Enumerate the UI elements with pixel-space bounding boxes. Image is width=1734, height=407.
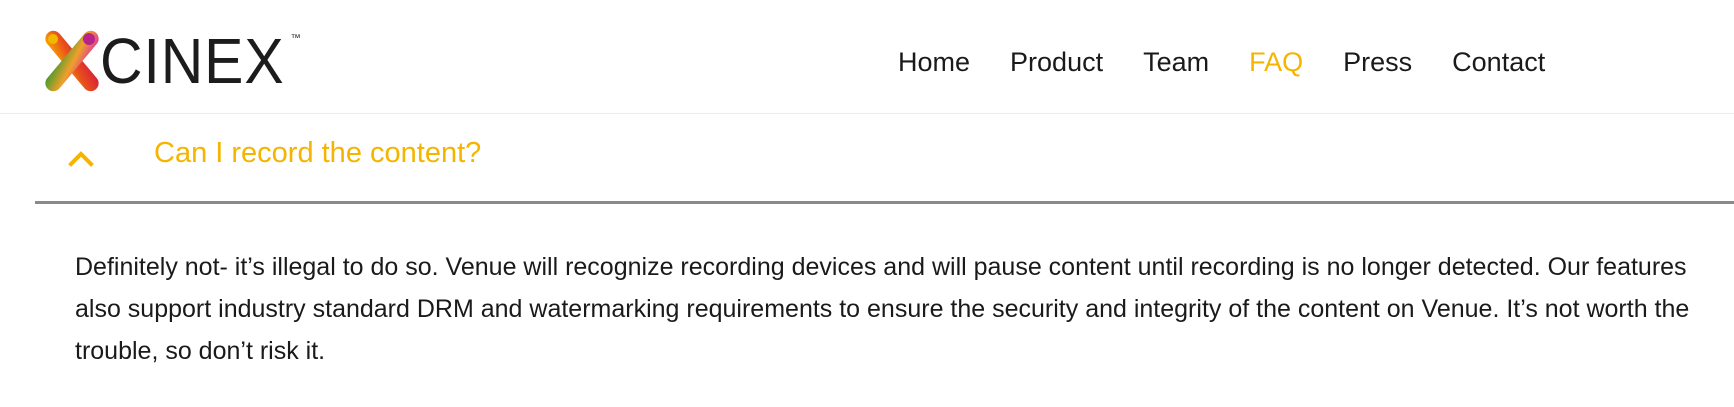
faq-answer: Definitely not- it’s illegal to do so. V… (75, 246, 1715, 372)
site-header: CINEX ™ Home Product Team FAQ Press Cont… (0, 0, 1734, 114)
nav-product[interactable]: Product (1010, 44, 1103, 80)
faq-answer-text: Definitely not- it’s illegal to do so. V… (75, 253, 1690, 365)
chevron-up-icon[interactable] (65, 143, 97, 175)
main-nav: Home Product Team FAQ Press Contact (898, 44, 1585, 80)
nav-home[interactable]: Home (898, 44, 970, 80)
nav-faq[interactable]: FAQ (1249, 44, 1303, 80)
logo-text: CINEX (100, 25, 285, 97)
trademark-mark: ™ (290, 33, 301, 44)
nav-team[interactable]: Team (1143, 44, 1209, 80)
faq-question-text[interactable]: Can I record the content? (154, 133, 481, 173)
x-logo-icon (45, 30, 99, 92)
faq-question-row[interactable]: Can I record the content? (35, 115, 1734, 204)
nav-contact[interactable]: Contact (1452, 44, 1545, 80)
logo[interactable]: CINEX ™ (44, 25, 301, 97)
nav-press[interactable]: Press (1343, 44, 1412, 80)
